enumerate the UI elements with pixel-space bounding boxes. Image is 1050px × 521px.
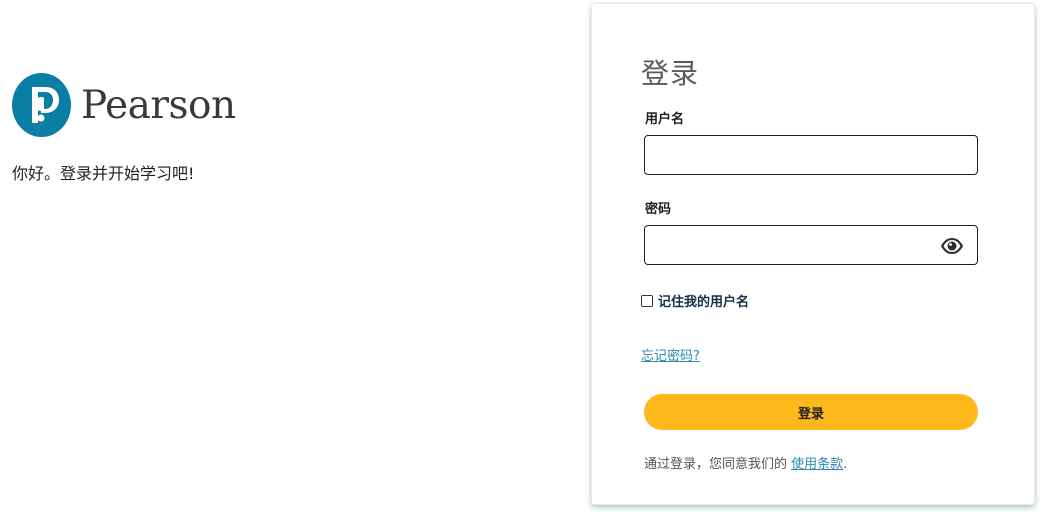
password-label: 密码 — [645, 202, 672, 217]
remember-checkbox[interactable] — [641, 294, 653, 307]
terms-link[interactable]: 使用条款 — [791, 457, 843, 472]
brand-logo: Pearson — [12, 73, 236, 137]
password-input[interactable] — [644, 225, 978, 265]
pearson-logo-icon — [12, 73, 71, 137]
terms-text: 通过登录，您同意我们的 使用条款. — [644, 453, 847, 472]
show-password-icon[interactable] — [940, 237, 964, 255]
terms-suffix: . — [843, 457, 848, 472]
login-page: Pearson 你好。登录并开始学习吧! 登录 用户名 密码 记住我的用户名 忘… — [0, 0, 1050, 521]
username-label: 用户名 — [645, 112, 685, 127]
brand-name: Pearson — [81, 82, 236, 128]
username-input[interactable] — [644, 135, 978, 175]
login-button[interactable]: 登录 — [644, 394, 978, 430]
remember-me[interactable]: 记住我的用户名 — [641, 291, 749, 310]
login-card: 登录 用户名 密码 记住我的用户名 忘记密码? 登录 通过登录，您同意我们的 使… — [591, 3, 1035, 505]
terms-prefix: 通过登录，您同意我们的 — [644, 457, 788, 472]
remember-label[interactable]: 记住我的用户名 — [658, 291, 749, 310]
login-title: 登录 — [641, 57, 700, 90]
welcome-text: 你好。登录并开始学习吧! — [12, 164, 195, 183]
forgot-password-link[interactable]: 忘记密码? — [641, 345, 700, 364]
